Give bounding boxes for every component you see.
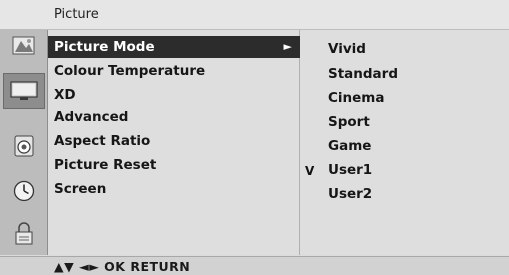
sidebar bbox=[0, 30, 48, 255]
menu-item-label: Colour Temperature bbox=[54, 63, 206, 79]
menu-item-colour-temperature[interactable]: Colour Temperature bbox=[48, 60, 300, 82]
menu-item-screen[interactable]: Screen bbox=[48, 178, 300, 200]
osd-menu: Picture Picture Mode ► Colour Temperatur… bbox=[0, 0, 509, 275]
option-user1[interactable]: User1 bbox=[328, 161, 372, 179]
option-sport[interactable]: Sport bbox=[328, 113, 370, 131]
option-cinema[interactable]: Cinema bbox=[328, 89, 384, 107]
menu-item-label: Picture Reset bbox=[54, 157, 157, 173]
option-standard[interactable]: Standard bbox=[328, 65, 398, 83]
menu-item-picture-reset[interactable]: Picture Reset bbox=[48, 154, 300, 176]
menu-item-advanced[interactable]: Advanced bbox=[48, 106, 300, 128]
option-user2[interactable]: User2 bbox=[328, 185, 372, 203]
footer-hint-bar: ▲▼ ◄► OK RETURN bbox=[0, 256, 509, 275]
page-title: Picture bbox=[54, 7, 99, 22]
selected-check-icon: V bbox=[305, 164, 315, 178]
menu-item-label: Advanced bbox=[54, 109, 129, 125]
menu-item-label: XD bbox=[54, 87, 76, 103]
audio-speaker-icon[interactable] bbox=[8, 130, 40, 162]
menu-item-label: Picture Mode bbox=[54, 39, 155, 55]
menu-item-xd[interactable]: XD bbox=[48, 84, 300, 106]
picture-mode-options: Vivid Standard Cinema Sport Game V User1… bbox=[300, 30, 509, 255]
option-game[interactable]: Game bbox=[328, 137, 371, 155]
lock-icon[interactable] bbox=[8, 218, 40, 250]
submenu-arrow-icon: ► bbox=[283, 40, 292, 53]
navigation-hint: ▲▼ ◄► OK RETURN bbox=[54, 259, 191, 274]
tv-screen-icon[interactable] bbox=[3, 73, 45, 109]
menu-item-label: Screen bbox=[54, 181, 107, 197]
clock-icon[interactable] bbox=[8, 175, 40, 207]
menu-item-picture-mode[interactable]: Picture Mode ► bbox=[48, 36, 300, 58]
option-vivid[interactable]: Vivid bbox=[328, 40, 366, 58]
menu-item-aspect-ratio[interactable]: Aspect Ratio bbox=[48, 130, 300, 152]
header-bar: Picture bbox=[0, 0, 509, 30]
picture-icon[interactable] bbox=[8, 30, 40, 62]
menu-item-label: Aspect Ratio bbox=[54, 133, 151, 149]
picture-menu-list: Picture Mode ► Colour Temperature XD Adv… bbox=[48, 30, 300, 255]
